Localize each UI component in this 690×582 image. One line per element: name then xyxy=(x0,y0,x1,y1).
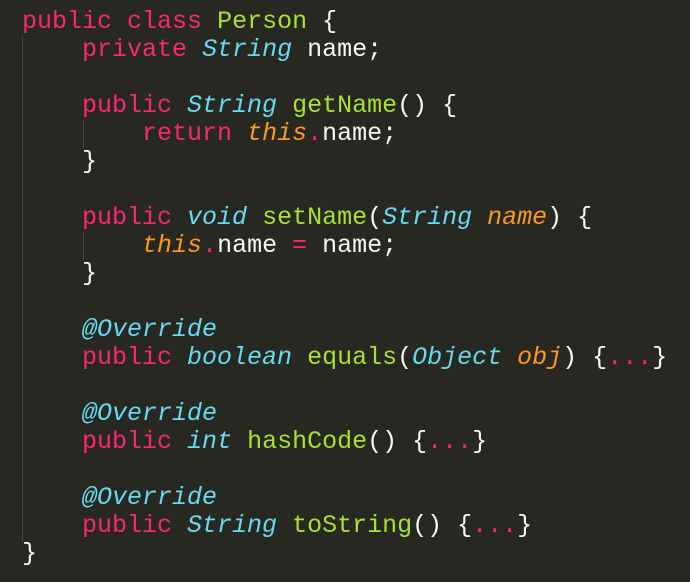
code-token: } xyxy=(652,343,668,372)
code-token: ... xyxy=(427,427,473,456)
code-token: { xyxy=(307,7,338,36)
code-token: name xyxy=(487,203,548,232)
code-token: name; xyxy=(292,35,383,64)
code-token: boolean xyxy=(187,343,293,372)
code-line[interactable]: public class Person { xyxy=(22,8,337,36)
code-line[interactable]: @Override xyxy=(22,484,217,512)
code-token: ) { xyxy=(562,343,608,372)
code-token: name; xyxy=(307,231,398,260)
code-token: ... xyxy=(607,343,653,372)
code-token: public xyxy=(82,91,173,120)
code-token: . xyxy=(202,231,218,260)
code-token: ( xyxy=(367,203,383,232)
code-token: this xyxy=(142,231,203,260)
code-token: } xyxy=(22,147,98,176)
code-token: () { xyxy=(412,511,473,540)
code-token: return xyxy=(142,119,233,148)
code-token: () { xyxy=(397,91,458,120)
code-token: } xyxy=(22,259,98,288)
code-token: public xyxy=(82,511,173,540)
code-token: ) { xyxy=(547,203,593,232)
code-line[interactable]: public String getName() { xyxy=(22,92,457,120)
code-token: } xyxy=(517,511,533,540)
code-token: equals xyxy=(307,343,398,372)
code-token: @Override xyxy=(82,483,218,512)
code-line[interactable]: @Override xyxy=(22,400,217,428)
code-line[interactable]: } xyxy=(22,260,97,288)
code-token: . xyxy=(307,119,323,148)
code-token: String xyxy=(187,511,278,540)
code-line[interactable]: public void setName(String name) { xyxy=(22,204,592,232)
code-line[interactable]: public String toString() {...} xyxy=(22,512,532,540)
code-token: @Override xyxy=(82,315,218,344)
code-token: String xyxy=(202,35,293,64)
code-line[interactable]: private String name; xyxy=(22,36,382,64)
code-line[interactable]: this.name = name; xyxy=(22,232,397,260)
code-token: } xyxy=(472,427,488,456)
code-line[interactable]: } xyxy=(22,148,97,176)
code-token: name; xyxy=(322,119,398,148)
code-token: () { xyxy=(367,427,428,456)
code-token: public xyxy=(82,203,173,232)
code-line[interactable]: public boolean equals(Object obj) {...} xyxy=(22,344,667,372)
code-token: Person xyxy=(217,7,308,36)
code-token: class xyxy=(127,7,203,36)
code-token: ... xyxy=(472,511,518,540)
code-token: String xyxy=(382,203,473,232)
code-token: int xyxy=(187,427,233,456)
code-token: public xyxy=(82,343,173,372)
code-line[interactable]: @Override xyxy=(22,316,217,344)
code-line[interactable]: public int hashCode() {...} xyxy=(22,428,487,456)
code-token: String xyxy=(187,91,278,120)
code-token: @Override xyxy=(82,399,218,428)
code-token: Object xyxy=(412,343,503,372)
code-token: public xyxy=(82,427,173,456)
code-token: hashCode xyxy=(247,427,368,456)
code-token: = xyxy=(292,231,308,260)
code-token: setName xyxy=(262,203,368,232)
code-token: getName xyxy=(292,91,398,120)
code-editor[interactable]: public class Person { private String nam… xyxy=(0,0,690,582)
code-line[interactable]: } xyxy=(22,540,37,568)
code-token: this xyxy=(247,119,308,148)
code-token: toString xyxy=(292,511,413,540)
code-token: void xyxy=(187,203,248,232)
code-token: } xyxy=(22,539,38,568)
code-token: obj xyxy=(517,343,563,372)
code-token: name xyxy=(217,231,293,260)
code-line[interactable]: return this.name; xyxy=(22,120,397,148)
code-token: private xyxy=(82,35,188,64)
code-token: public xyxy=(22,7,113,36)
code-token: ( xyxy=(397,343,413,372)
